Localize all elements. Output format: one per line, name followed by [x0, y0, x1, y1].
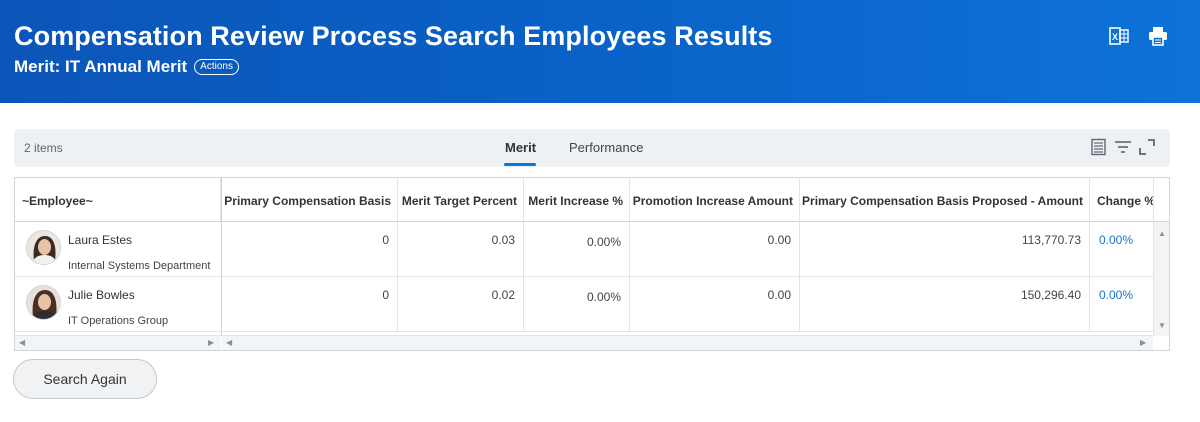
page-subtitle: Merit: IT Annual Merit Actions — [14, 57, 239, 77]
grid-header-row: ~Employee~ Primary Compensation Basis Me… — [15, 178, 1169, 222]
cell-change-percent-link[interactable]: 0.00% — [1090, 222, 1153, 277]
scroll-left-arrow-icon[interactable]: ◀ — [226, 338, 232, 347]
employee-department: IT Operations Group — [68, 315, 169, 327]
column-header-merit-target-percent[interactable]: Merit Target Percent — [398, 178, 524, 222]
column-header-primary-compensation-basis[interactable]: Primary Compensation Basis — [222, 178, 398, 222]
filter-icon[interactable] — [1114, 138, 1132, 156]
cell-primary-compensation-basis: 0 — [222, 277, 398, 332]
table-row: Julie Bowles IT Operations Group 0 0.02 … — [15, 277, 1153, 332]
avatar[interactable] — [26, 285, 61, 320]
active-tab-indicator — [504, 163, 536, 166]
actions-button[interactable]: Actions — [194, 59, 239, 75]
cell-merit-increase[interactable]: 0.00% — [524, 277, 630, 332]
page-title: Compensation Review Process Search Emplo… — [14, 21, 773, 51]
cell-change-percent-link[interactable]: 0.00% — [1090, 277, 1153, 332]
search-again-button[interactable]: Search Again — [13, 359, 157, 399]
employee-name[interactable]: Julie Bowles — [68, 288, 135, 302]
cell-merit-target-percent: 0.03 — [398, 222, 524, 277]
cell-primary-compensation-basis: 0 — [222, 222, 398, 277]
column-header-employee[interactable]: ~Employee~ — [15, 178, 221, 222]
cell-promotion-increase-amount[interactable]: 0.00 — [630, 222, 800, 277]
svg-text:X: X — [1112, 32, 1118, 42]
employee-cell: Julie Bowles IT Operations Group — [15, 277, 221, 332]
employee-name[interactable]: Laura Estes — [68, 233, 132, 247]
tab-performance[interactable]: Performance — [569, 140, 643, 155]
column-header-change-percent[interactable]: Change % — [1090, 178, 1154, 222]
item-count: 2 items — [24, 141, 63, 155]
scroll-right-arrow-icon[interactable]: ▶ — [208, 338, 214, 347]
employee-cell: Laura Estes Internal Systems Department — [15, 222, 221, 277]
print-icon[interactable] — [1147, 25, 1169, 47]
tab-performance-label: Performance — [569, 140, 644, 155]
cell-merit-target-percent: 0.02 — [398, 277, 524, 332]
tab-merit[interactable]: Merit — [504, 140, 537, 166]
scroll-down-arrow-icon[interactable]: ▼ — [1158, 321, 1166, 330]
tab-merit-label: Merit — [505, 140, 537, 155]
horizontal-scrollbar[interactable]: ◀ ▶ — [222, 335, 1153, 350]
excel-export-icon[interactable]: X — [1108, 25, 1130, 47]
frozen-horizontal-scrollbar[interactable]: ◀ ▶ — [15, 335, 221, 350]
vertical-scrollbar[interactable]: ▲ ▼ — [1153, 222, 1169, 336]
cell-promotion-increase-amount[interactable]: 0.00 — [630, 277, 800, 332]
cell-proposed-amount: 113,770.73 — [800, 222, 1090, 277]
page-header: Compensation Review Process Search Emplo… — [0, 0, 1200, 103]
scroll-right-arrow-icon[interactable]: ▶ — [1140, 338, 1146, 347]
cell-proposed-amount: 150,296.40 — [800, 277, 1090, 332]
grid-toolbar: 2 items Merit Performance — [14, 129, 1170, 167]
column-header-merit-increase[interactable]: Merit Increase % — [524, 178, 630, 222]
expand-icon[interactable] — [1138, 138, 1156, 156]
table-row: Laura Estes Internal Systems Department … — [15, 222, 1153, 277]
table-view-icon[interactable] — [1090, 138, 1108, 156]
scroll-up-arrow-icon[interactable]: ▲ — [1158, 229, 1166, 238]
cell-merit-increase[interactable]: 0.00% — [524, 222, 630, 277]
employee-department: Internal Systems Department — [68, 260, 211, 272]
scroll-left-arrow-icon[interactable]: ◀ — [19, 338, 25, 347]
column-header-promotion-increase-amount[interactable]: Promotion Increase Amount — [630, 178, 800, 222]
subtitle-text: Merit: IT Annual Merit — [14, 57, 188, 76]
avatar[interactable] — [26, 230, 61, 265]
column-header-proposed-amount[interactable]: Primary Compensation Basis Proposed - Am… — [800, 178, 1090, 222]
results-grid: ~Employee~ Primary Compensation Basis Me… — [14, 177, 1170, 351]
